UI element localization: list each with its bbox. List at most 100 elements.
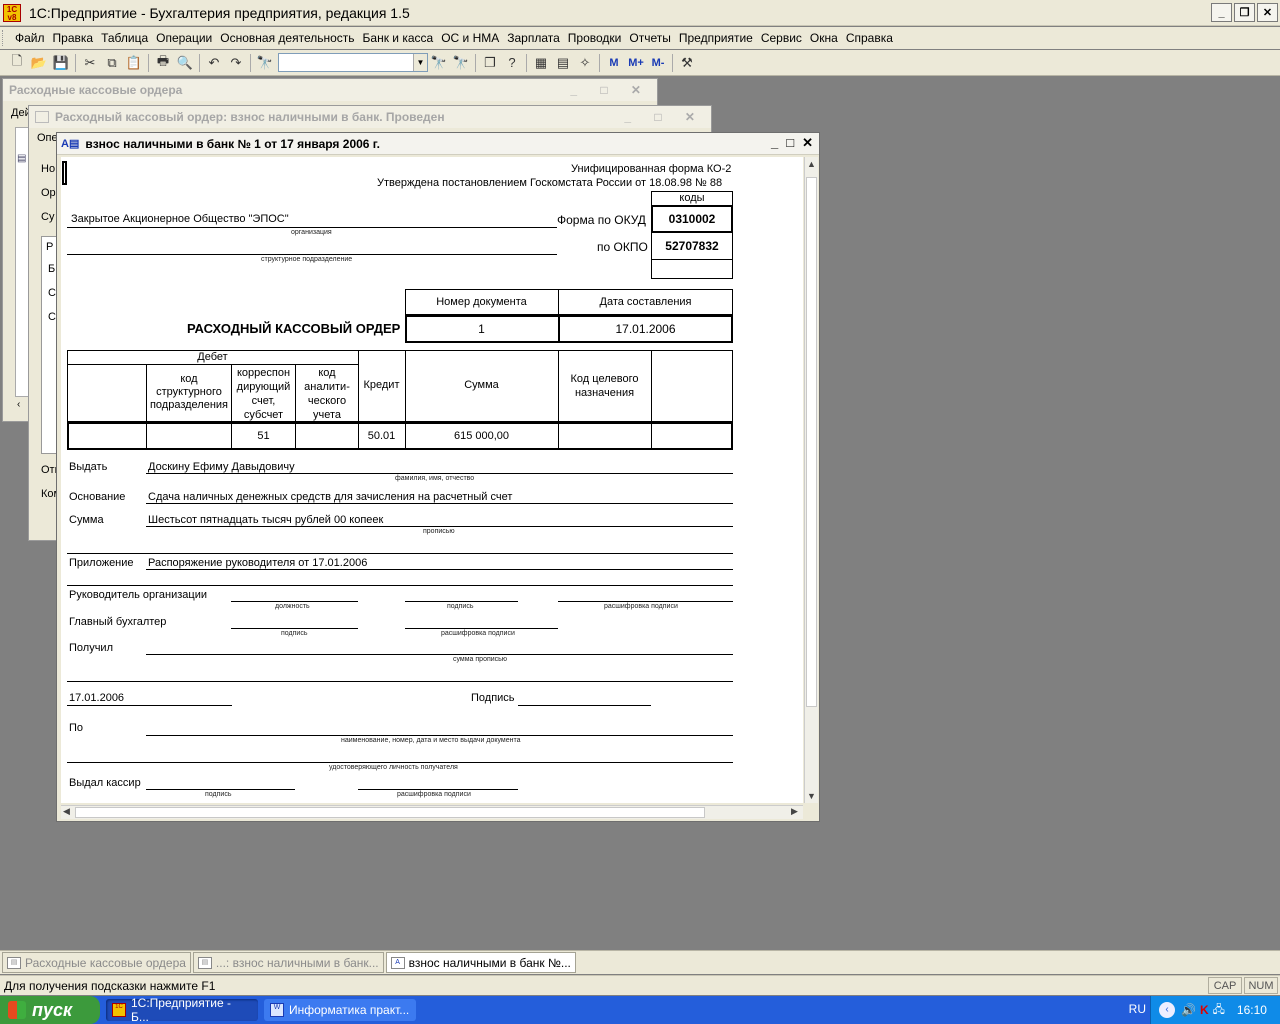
wizard-icon[interactable]: ✧ [574,52,596,74]
subdiv-line [67,254,557,255]
window-tab-cash-orders[interactable]: ▤ Расходные кассовые ордера [2,952,191,973]
menu-enterprise[interactable]: Предприятие [675,31,757,45]
menu-operations[interactable]: Операции [152,31,216,45]
open-icon[interactable]: 📂 [28,52,50,74]
window-controls[interactable]: _ □ ✕ [624,110,705,124]
minimize-button[interactable]: _ [771,135,778,151]
cut-icon[interactable]: ✂ [79,52,101,74]
close-button[interactable]: ✕ [802,135,813,151]
scroll-left-icon[interactable]: ‹ [17,399,20,410]
scroll-right-icon[interactable]: ▶ [791,806,798,817]
taskbar-item-1c[interactable]: 1С 1С:Предприятие - Б... [106,996,258,1024]
menu-fixed-assets[interactable]: ОС и НМА [437,31,503,45]
app-title-bar: 1С v8 1С:Предприятие - Бухгалтерия предп… [0,0,1280,26]
spreadsheet-document[interactable]: Унифицированная форма КО-2 Утверждена по… [61,157,803,803]
maximize-button[interactable]: □ [786,135,794,151]
menu-reports[interactable]: Отчеты [625,31,674,45]
find-icon[interactable]: 🔭 [254,52,276,74]
restore-button[interactable]: ❐ [1234,3,1255,22]
print-icon[interactable]: 🖶 [152,52,174,74]
minimize-button[interactable]: _ [1211,3,1232,22]
cashier-sign-line [146,789,295,790]
redo-icon[interactable]: ↷ [225,52,247,74]
toolbar-separator [199,53,200,72]
speaker-icon[interactable]: 🔊 [1181,1003,1196,1017]
memory-minus-button[interactable]: M- [647,52,669,74]
doc-date-value: 17.01.2006 [615,322,676,336]
head-decode-line [558,601,733,602]
bottom-date: 17.01.2006 [69,692,125,704]
form-header-1: Унифицированная форма КО-2 [571,163,732,175]
horizontal-scrollbar[interactable]: ◀ ▶ [61,805,803,819]
memory-plus-button[interactable]: M+ [625,52,647,74]
menu-windows[interactable]: Окна [806,31,842,45]
toolbar-separator [672,53,673,72]
memory-button[interactable]: M [603,52,625,74]
calculator-icon[interactable]: ▦ [530,52,552,74]
window-tab-cash-order-form[interactable]: ▤ ...: взнос наличными в банк... [192,952,384,973]
menu-service[interactable]: Сервис [757,31,806,45]
tools-icon[interactable]: ⚒ [676,52,698,74]
toolbar-separator [250,53,251,72]
tray-arrow-icon[interactable]: ‹ [1159,1002,1175,1018]
po-line [146,735,733,736]
language-indicator[interactable]: RU [1129,1002,1146,1016]
menu-edit[interactable]: Правка [49,31,98,45]
window-tabs-bar: ▤ Расходные кассовые ордера ▤ ...: взнос… [0,950,1280,974]
col-analytic-header: код аналити-ческого учета [304,367,350,421]
side-label: Б [48,263,56,275]
sum-value: Шестьсот пятнадцать тысяч рублей 00 копе… [148,514,384,526]
find-next-icon[interactable]: 🔭 [428,52,450,74]
preview-icon[interactable]: 🔍 [174,52,196,74]
taskbar-item-word[interactable]: W Информатика практ... [264,999,416,1021]
menu-file[interactable]: Файл [11,31,49,45]
vertical-scrollbar[interactable]: ▲ ▼ [804,157,818,803]
new-doc-icon[interactable]: 🗋 [6,52,28,74]
undo-icon[interactable]: ↶ [203,52,225,74]
find-prev-icon[interactable]: 🔭 [450,52,472,74]
window-controls[interactable]: _ □ ✕ [570,83,651,97]
menu-salary[interactable]: Зарплата [503,31,564,45]
scroll-down-icon[interactable]: ▼ [807,791,816,801]
search-combo[interactable]: ▼ [278,53,428,72]
start-button[interactable]: пуск [0,996,100,1024]
menu-table[interactable]: Таблица [97,31,152,45]
attach-line-2 [67,585,733,586]
clock: 16:10 [1236,1003,1267,1017]
basis-label: Основание [69,491,126,503]
window-title-text: Расходный кассовый ордер: взнос наличным… [55,110,445,124]
status-bar: Для получения подсказки нажмите F1 CAP N… [0,975,1280,995]
close-button[interactable]: ✕ [1257,3,1278,22]
antivirus-icon[interactable]: K [1200,1003,1209,1017]
sign-label: Подпись [471,692,515,704]
row-account-value: 51 [257,430,270,442]
vertical-scroll-thumb[interactable] [806,177,817,707]
calendar-icon[interactable]: ▤ [552,52,574,74]
help-icon[interactable]: ? [501,52,523,74]
window-tab-print-form[interactable]: A взнос наличными в банк №... [385,952,576,973]
taskbar: пуск 1С 1С:Предприятие - Б... W Информат… [0,996,1280,1024]
scroll-up-icon[interactable]: ▲ [807,159,816,169]
copy-icon[interactable]: ⧉ [101,52,123,74]
app-logo-icon: 1С v8 [3,3,21,22]
menu-main-activity[interactable]: Основная деятельность [216,31,358,45]
menu-bank-cash[interactable]: Банк и касса [359,31,438,45]
status-hint: Для получения подсказки нажмите F1 [4,978,216,993]
windows-icon[interactable]: ❐ [479,52,501,74]
cashier-decode-caption: расшифровка подписи [397,791,471,798]
window-title: Расходный кассовый ордер: взнос наличным… [29,106,711,128]
menu-help[interactable]: Справка [842,31,897,45]
menu-postings[interactable]: Проводки [564,31,626,45]
scroll-left-icon[interactable]: ◀ [63,806,70,817]
word-doc-icon: W [270,1003,284,1017]
issue-caption: фамилия, имя, отчество [395,475,475,482]
window-print-form[interactable]: A▤ взнос наличными в банк № 1 от 17 янва… [56,132,820,822]
network-icon[interactable]: 🖧 [1213,1001,1225,1020]
horizontal-scroll-thumb[interactable] [75,807,705,818]
debet-divider [67,364,358,365]
subdiv-caption: структурное подразделение [261,256,353,263]
doc-heading: РАСХОДНЫЙ КАССОВЫЙ ОРДЕР [187,321,401,336]
paste-icon[interactable]: 📋 [123,52,145,74]
save-icon[interactable]: 💾 [50,52,72,74]
chevron-down-icon[interactable]: ▼ [413,54,427,71]
